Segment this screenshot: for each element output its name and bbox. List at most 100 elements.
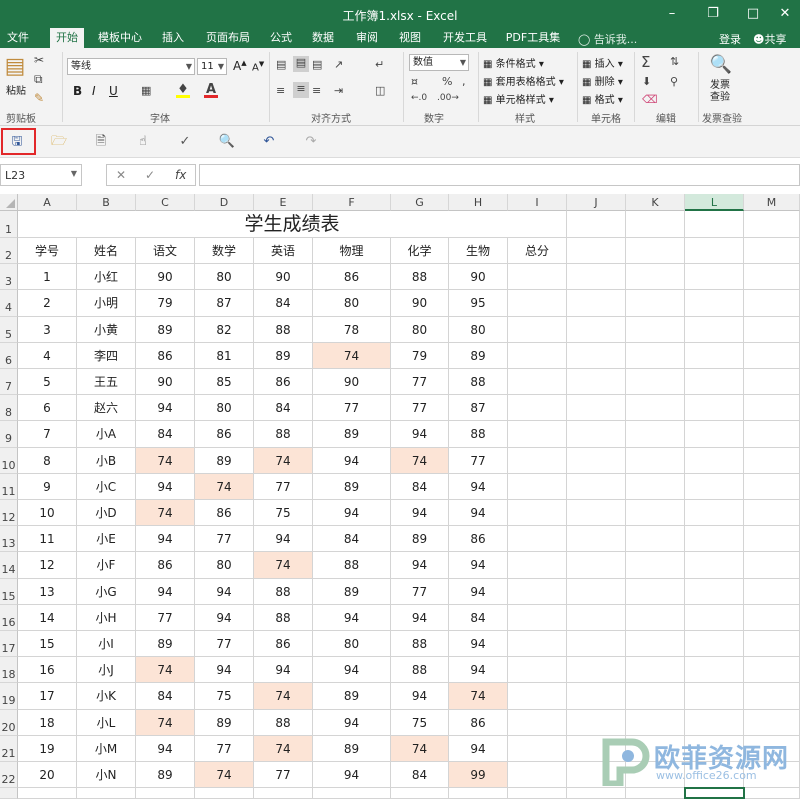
cell[interactable] (508, 552, 567, 579)
cell[interactable]: 78 (313, 316, 391, 343)
cell[interactable] (744, 342, 800, 369)
clear-icon[interactable]: ⌫ (642, 93, 658, 106)
cell[interactable]: 94 (449, 657, 508, 684)
cell[interactable] (508, 500, 567, 527)
row-header[interactable]: 5 (0, 316, 18, 343)
cell[interactable]: 小I (77, 631, 136, 658)
cell[interactable] (744, 473, 800, 500)
cell[interactable] (744, 238, 800, 265)
font-size-select[interactable]: 11 ▼ (197, 58, 227, 75)
cell[interactable]: 88 (449, 421, 508, 448)
cell[interactable] (508, 264, 567, 291)
column-header[interactable]: D (195, 194, 254, 211)
cell[interactable] (508, 683, 567, 710)
cell[interactable] (136, 788, 195, 799)
row-header[interactable]: 1 (0, 211, 18, 238)
cell[interactable]: 89 (254, 342, 313, 369)
cell[interactable]: 4 (18, 342, 77, 369)
cell[interactable] (744, 657, 800, 684)
cell[interactable] (685, 500, 744, 527)
cell[interactable] (508, 316, 567, 343)
cell[interactable]: 90 (391, 290, 449, 317)
cell[interactable] (685, 342, 744, 369)
cell[interactable]: 84 (136, 421, 195, 448)
cell[interactable]: 74 (391, 447, 449, 474)
cell[interactable] (744, 369, 800, 396)
cut-icon[interactable]: ✂ (34, 53, 44, 67)
cell[interactable]: 86 (313, 264, 391, 291)
column-header[interactable]: I (508, 194, 567, 211)
cell[interactable]: 80 (313, 290, 391, 317)
cell[interactable]: 77 (195, 526, 254, 553)
cell[interactable] (744, 211, 800, 238)
cell[interactable] (567, 421, 626, 448)
cell[interactable]: 74 (195, 762, 254, 789)
cell[interactable]: 小D (77, 500, 136, 527)
cell[interactable]: 小C (77, 473, 136, 500)
cell[interactable]: 3 (18, 316, 77, 343)
cell[interactable]: 75 (195, 683, 254, 710)
cell[interactable] (744, 604, 800, 631)
cell[interactable]: 74 (254, 552, 313, 579)
cell[interactable]: 85 (195, 369, 254, 396)
tab-page-layout[interactable]: 页面布局 (202, 28, 254, 48)
cell[interactable]: 王五 (77, 369, 136, 396)
cell[interactable]: 小K (77, 683, 136, 710)
cell[interactable]: 90 (136, 264, 195, 291)
align-left-icon[interactable]: ≡ (276, 84, 285, 97)
cell[interactable] (567, 395, 626, 422)
cell[interactable]: 74 (254, 447, 313, 474)
cell[interactable] (449, 788, 508, 799)
cell[interactable] (508, 290, 567, 317)
cell[interactable]: 94 (313, 447, 391, 474)
cell[interactable]: 94 (136, 395, 195, 422)
cell[interactable]: 80 (449, 316, 508, 343)
increase-decimal-icon[interactable]: ←.0 (411, 93, 427, 103)
cell[interactable]: 15 (18, 631, 77, 658)
cell[interactable]: 94 (313, 657, 391, 684)
cell[interactable]: 86 (136, 342, 195, 369)
cell[interactable]: 11 (18, 526, 77, 553)
comma-icon[interactable]: , (462, 75, 466, 88)
cell[interactable]: 17 (18, 683, 77, 710)
cell[interactable]: 总分 (508, 238, 567, 265)
row-header[interactable] (0, 788, 18, 799)
align-right-icon[interactable]: ≡ (312, 84, 321, 97)
format-painter-icon[interactable]: ✎ (34, 91, 44, 105)
cell[interactable] (508, 631, 567, 658)
cell[interactable]: 86 (136, 552, 195, 579)
cell[interactable] (744, 631, 800, 658)
cell[interactable] (626, 421, 685, 448)
cell[interactable]: 物理 (313, 238, 391, 265)
cell[interactable]: 94 (195, 578, 254, 605)
cell[interactable]: 姓名 (77, 238, 136, 265)
cell[interactable]: 94 (195, 657, 254, 684)
new-file-icon[interactable]: 🗎 (92, 133, 110, 151)
cell[interactable]: 李四 (77, 342, 136, 369)
cell[interactable] (685, 211, 744, 238)
cell[interactable]: 小红 (77, 264, 136, 291)
cell[interactable]: 86 (449, 526, 508, 553)
row-header[interactable]: 9 (0, 421, 18, 448)
cell[interactable]: 94 (449, 578, 508, 605)
column-header[interactable]: M (744, 194, 800, 211)
cell[interactable]: 14 (18, 604, 77, 631)
cell[interactable] (508, 578, 567, 605)
cell[interactable]: 94 (391, 604, 449, 631)
cell[interactable] (508, 526, 567, 553)
print-preview-icon[interactable]: 🔍 (218, 133, 236, 151)
column-header[interactable]: K (626, 194, 685, 211)
fill-icon[interactable]: ⬇ (642, 75, 651, 88)
cell[interactable]: 小M (77, 735, 136, 762)
cell[interactable]: 74 (313, 342, 391, 369)
cell[interactable]: 89 (313, 578, 391, 605)
underline-button[interactable]: U (109, 84, 118, 98)
cell[interactable] (508, 657, 567, 684)
cell[interactable] (626, 788, 685, 799)
cell[interactable]: 77 (391, 395, 449, 422)
cell[interactable] (626, 631, 685, 658)
save-icon[interactable]: 🖫 (8, 133, 26, 151)
cell[interactable] (626, 290, 685, 317)
cell[interactable]: 84 (254, 395, 313, 422)
cell[interactable] (685, 552, 744, 579)
